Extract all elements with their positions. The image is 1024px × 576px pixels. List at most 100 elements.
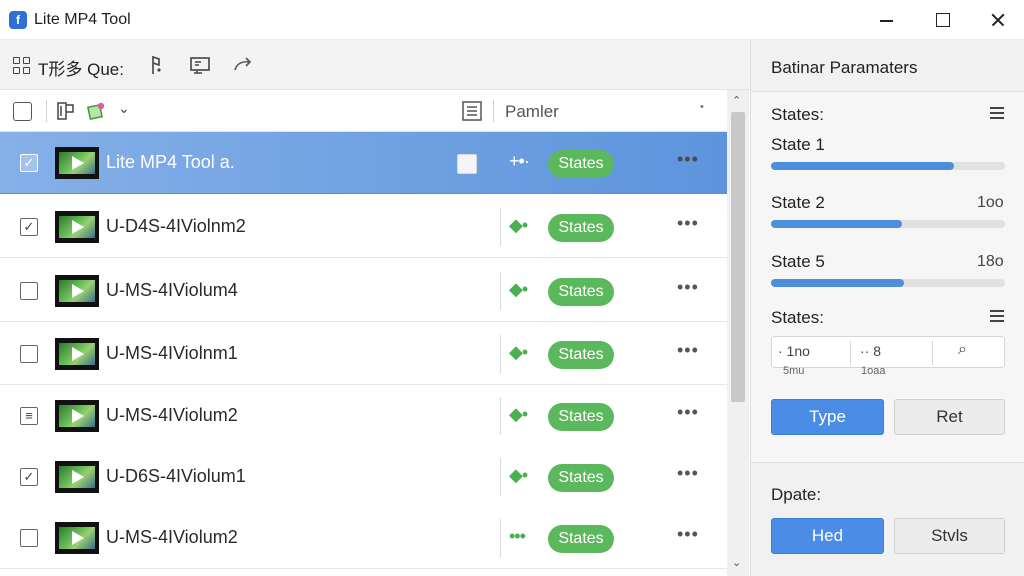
- state-slider[interactable]: [771, 162, 1005, 170]
- state-slider[interactable]: [771, 220, 1005, 228]
- monitor-icon[interactable]: [188, 53, 212, 77]
- header-divider: [46, 100, 47, 122]
- row-status-icon: ◆•: [509, 465, 528, 485]
- input-caption: 5mu: [783, 365, 805, 377]
- slider-fill: [771, 220, 903, 228]
- row-status-icon: ◆•: [509, 279, 528, 299]
- row-name: U-MS-4IViolum2: [106, 405, 238, 425]
- row-divider: [500, 272, 501, 310]
- more-options-icon[interactable]: •••: [677, 213, 699, 234]
- type-button[interactable]: Type: [771, 399, 884, 435]
- row-checkbox[interactable]: ✓: [20, 218, 38, 236]
- parameter-inputs: · 1no ·· 8 ⌕: [771, 336, 1005, 368]
- reset-button[interactable]: Ret: [894, 399, 1005, 435]
- more-options-icon[interactable]: •••: [677, 402, 699, 423]
- list-header: ⌄ Pamler •: [0, 90, 727, 132]
- input-divider: [850, 341, 851, 365]
- row-divider: [500, 397, 501, 435]
- state-slider[interactable]: [771, 279, 1005, 287]
- state-badge[interactable]: States: [548, 403, 614, 431]
- list-menu-icon[interactable]: [990, 310, 1004, 324]
- list-item[interactable]: U-MS-4IViolnm1 ◆• States •••: [0, 323, 727, 385]
- minimize-button[interactable]: [862, 0, 910, 40]
- list-item[interactable]: U-MS-4IViolum2 ••• States •••: [0, 507, 727, 569]
- row-toggle[interactable]: [457, 154, 477, 174]
- row-checkbox[interactable]: ✓: [20, 154, 38, 172]
- toolbar-title: T形多 Que:: [38, 60, 124, 79]
- input-divider: [932, 341, 933, 365]
- more-options-icon[interactable]: •••: [677, 524, 699, 545]
- scroll-up-icon[interactable]: ⌃: [732, 94, 741, 107]
- row-name: U-D6S-4IViolum1: [106, 466, 246, 486]
- styles-button[interactable]: Stvls: [894, 518, 1005, 554]
- row-name: U-MS-4IViolnm1: [106, 343, 238, 363]
- update-label: Dpate:: [771, 485, 822, 504]
- list-item[interactable]: ✓ U-D4S-4IViolnm2 ◆• States •••: [0, 196, 727, 258]
- edit-tag-icon[interactable]: [85, 100, 107, 122]
- state-badge[interactable]: States: [548, 278, 614, 306]
- flag-icon[interactable]: [145, 53, 169, 77]
- row-status-icon: ◆•: [509, 404, 528, 424]
- input-caption: 1oaa: [861, 365, 886, 377]
- row-status-icon: ◆•: [509, 215, 528, 235]
- slider-value: 1oo: [977, 194, 1004, 211]
- row-checkbox[interactable]: ✓: [20, 468, 38, 486]
- list-view-icon[interactable]: [460, 99, 484, 123]
- row-name: U-D4S-4IViolnm2: [106, 216, 246, 236]
- toolbar: T形多 Que:: [0, 40, 750, 90]
- sort-indicator[interactable]: •: [700, 101, 704, 113]
- row-checkbox[interactable]: [20, 345, 38, 363]
- more-options-icon[interactable]: •••: [677, 340, 699, 361]
- state-badge[interactable]: States: [548, 150, 614, 178]
- slider-fill: [771, 279, 905, 287]
- select-all-checkbox[interactable]: [13, 102, 32, 121]
- parameter-input[interactable]: ·· 8: [860, 343, 881, 359]
- grid-icon[interactable]: [13, 57, 31, 75]
- more-options-icon[interactable]: •••: [677, 463, 699, 484]
- update-section: Dpate: Hed Stvls: [751, 463, 1024, 576]
- row-checkbox[interactable]: ≡: [20, 407, 38, 425]
- row-status-icon: •••: [509, 526, 526, 546]
- list-item[interactable]: ≡ U-MS-4IViolum2 ◆• States •••: [0, 385, 727, 447]
- states-label: States:: [771, 105, 824, 124]
- row-status-icon: +•·: [509, 151, 530, 171]
- vertical-scrollbar[interactable]: ⌃ ⌄: [727, 90, 749, 576]
- columns-icon[interactable]: [55, 100, 77, 122]
- row-divider: [500, 335, 501, 373]
- row-checkbox[interactable]: [20, 529, 38, 547]
- row-status-icon: ◆•: [509, 342, 528, 362]
- more-options-icon[interactable]: •••: [677, 277, 699, 298]
- video-thumbnail: [55, 338, 99, 370]
- row-name: Lite MP4 Tool a.: [106, 152, 235, 172]
- slider-fill: [771, 162, 954, 170]
- state-badge[interactable]: States: [548, 525, 614, 553]
- state-badge[interactable]: States: [548, 464, 614, 492]
- list-item[interactable]: ✓ U-D6S-4IViolum1 ◆• States •••: [0, 446, 727, 508]
- slider-label: State 5: [771, 252, 825, 271]
- scroll-down-icon[interactable]: ⌄: [732, 556, 741, 569]
- state-badge[interactable]: States: [548, 214, 614, 242]
- chevron-down-icon[interactable]: ⌄: [118, 100, 130, 117]
- redo-arrow-icon[interactable]: [231, 53, 255, 77]
- close-button[interactable]: [973, 0, 1021, 40]
- list-item[interactable]: ✓ Lite MP4 Tool a. +•· States •••: [0, 132, 727, 194]
- video-thumbnail: [55, 275, 99, 307]
- column-header-label[interactable]: Pamler: [505, 102, 559, 122]
- row-checkbox[interactable]: [20, 282, 38, 300]
- video-thumbnail: [55, 211, 99, 243]
- title-bar: f Lite MP4 Tool: [0, 0, 1024, 40]
- state-badge[interactable]: States: [548, 341, 614, 369]
- list-item[interactable]: U-MS-4IViolum4 ◆• States •••: [0, 260, 727, 322]
- header-divider: [493, 100, 494, 122]
- video-thumbnail: [55, 522, 99, 554]
- panel-header: Batinar Paramaters: [751, 40, 1024, 92]
- more-options-icon[interactable]: •••: [677, 149, 699, 170]
- scroll-thumb[interactable]: [731, 112, 745, 402]
- maximize-button[interactable]: [918, 0, 966, 40]
- parameter-input[interactable]: · 1no: [778, 343, 810, 359]
- search-icon[interactable]: ⌕: [958, 341, 967, 359]
- panel-title: Batinar Paramaters: [771, 58, 918, 77]
- video-thumbnail: [55, 400, 99, 432]
- head-button[interactable]: Hed: [771, 518, 884, 554]
- list-menu-icon[interactable]: [990, 107, 1004, 121]
